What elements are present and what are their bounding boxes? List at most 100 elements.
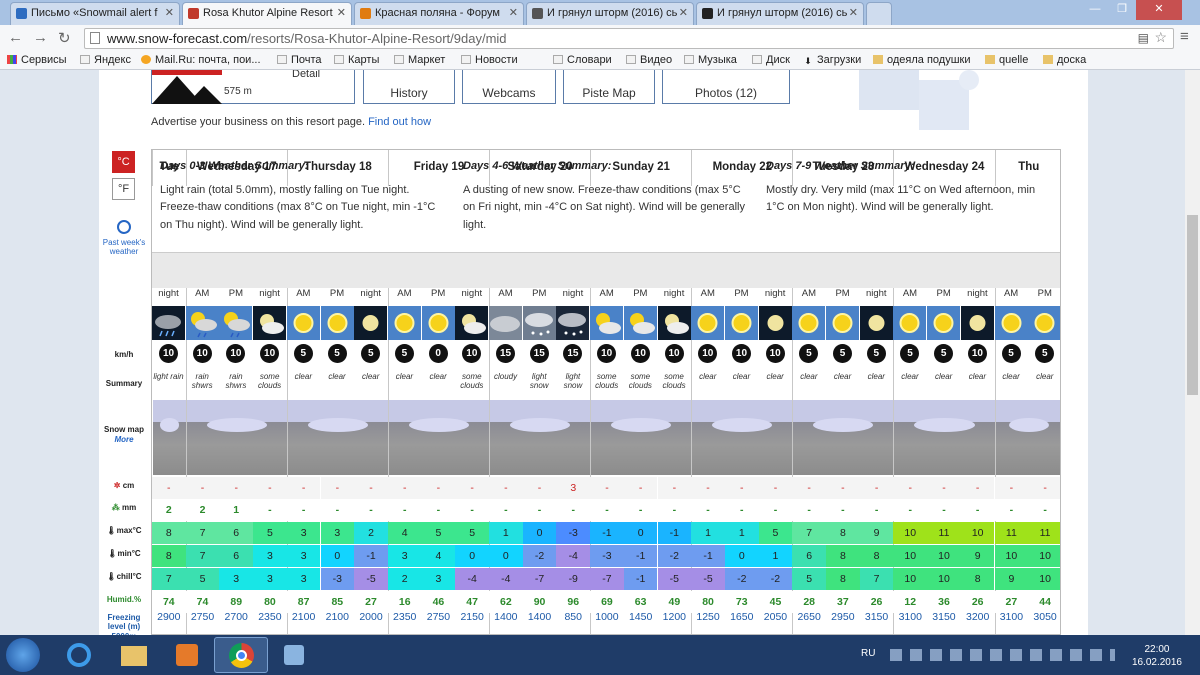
snow-map-image[interactable] (388, 400, 490, 475)
new-tab-button[interactable] (866, 2, 892, 25)
day-header[interactable]: Thursday 18 (286, 150, 388, 186)
close-icon[interactable]: ✕ (679, 6, 688, 19)
bookmark-item[interactable]: Видео (626, 54, 672, 66)
bookmark-item[interactable]: Диск (752, 54, 790, 66)
wind-speed-arrow-icon: 5 (900, 344, 920, 363)
ie-icon[interactable] (52, 637, 106, 673)
max-temp-cell: 6 (219, 522, 253, 544)
movie-favicon (702, 8, 713, 19)
day-header[interactable]: Thu (994, 150, 1060, 186)
scrollbar-thumb[interactable] (1187, 215, 1198, 395)
start-button-icon[interactable] (6, 638, 40, 672)
snow-map-image[interactable] (490, 400, 591, 475)
history-button[interactable]: History (363, 70, 455, 104)
bookmark-item[interactable]: ⬇ Загрузки (803, 54, 861, 66)
minimize-icon[interactable]: — (1082, 0, 1108, 20)
day-header[interactable]: Monday 22 (691, 150, 792, 186)
rain-mm-cell: - (590, 499, 624, 521)
back-icon[interactable]: ← (8, 29, 23, 46)
bookmark-item[interactable]: Почта (277, 54, 322, 66)
folder-icon (985, 55, 995, 64)
sun-icon (320, 306, 354, 340)
translate-icon[interactable]: ▤ (1138, 31, 1149, 45)
day-header[interactable]: Tue (152, 150, 186, 186)
snow-cm-cell: - (354, 477, 388, 499)
close-window-icon[interactable]: ✕ (1136, 0, 1182, 20)
snow-map-image[interactable] (995, 400, 1060, 475)
bookmark-item[interactable]: Яндекс (80, 54, 131, 66)
bookmark-folder[interactable]: одеяла подушки (873, 54, 971, 66)
day-header[interactable]: Sunday 21 (590, 150, 691, 186)
download-icon: ⬇ (804, 56, 812, 66)
chrome-icon[interactable] (214, 637, 268, 673)
snow-map-image[interactable] (186, 400, 287, 475)
snow-map-image[interactable] (692, 400, 793, 475)
weather-summary-text: clear (935, 372, 953, 381)
snow-night-icon (556, 306, 590, 340)
bookmark-label: Яндекс (94, 54, 131, 66)
snowmap-more-link[interactable]: More (99, 435, 149, 444)
speaker-app-icon[interactable] (268, 637, 322, 673)
language-indicator[interactable]: RU (861, 648, 875, 659)
page-scrollbar[interactable] (1185, 70, 1200, 635)
elevation-detail-box[interactable]: Detail 575 m (151, 70, 355, 104)
bookmark-item[interactable]: Маркет (394, 54, 445, 66)
fahrenheit-toggle[interactable]: °F (112, 178, 135, 200)
close-icon[interactable]: ✕ (337, 6, 346, 19)
clock-icon[interactable] (117, 220, 131, 234)
bookmark-folder[interactable]: quelle (985, 54, 1028, 66)
piste-map-button[interactable]: Piste Map (563, 70, 655, 104)
wind-speed-arrow-icon: 5 (293, 344, 313, 363)
star-icon[interactable]: ☆ (1154, 29, 1167, 46)
browser-tab[interactable]: И грянул шторм (2016) сь ✕ (526, 2, 694, 25)
browser-tab[interactable]: Красная поляна - Форум ✕ (354, 2, 524, 25)
browser-tab[interactable]: Письмо «Snowmail alert f ✕ (10, 2, 180, 25)
day-header[interactable]: Saturday 20 (489, 150, 590, 186)
celsius-toggle[interactable]: °C (112, 151, 135, 173)
maximize-icon[interactable]: ❐ (1109, 0, 1135, 20)
media-player-icon[interactable] (160, 637, 214, 673)
browser-tab[interactable]: И грянул шторм (2016) сь ✕ (696, 2, 864, 25)
snow-map-image[interactable] (793, 400, 894, 475)
menu-icon[interactable]: ≡ (1180, 28, 1189, 45)
bookmark-apps[interactable]: Сервисы (7, 54, 67, 66)
chill-temp-cell: -7 (590, 568, 624, 590)
snow-map-image[interactable] (894, 400, 995, 475)
close-icon[interactable]: ✕ (849, 6, 858, 19)
day-header[interactable]: Friday 19 (387, 150, 489, 186)
bookmark-item[interactable]: Словари (553, 54, 612, 66)
bookmark-item[interactable]: Музыка (684, 54, 737, 66)
snow-cm-cell: - (960, 477, 995, 499)
day-header[interactable]: Wednesday 17 (185, 150, 287, 186)
day-header[interactable]: Tuesday 23 (792, 150, 893, 186)
bookmark-item[interactable]: Карты (334, 54, 379, 66)
bookmark-item[interactable]: Mail.Ru: почта, пои... (141, 54, 261, 66)
rain-mm-cell: - (253, 499, 287, 521)
min-temp-cell: 0 (455, 545, 489, 567)
snow-map-image[interactable] (153, 400, 186, 475)
webcams-button[interactable]: Webcams (462, 70, 556, 104)
address-bar[interactable]: www.snow-forecast.com/resorts/Rosa-Khuto… (84, 28, 1174, 49)
web-page: Detail 575 m History Webcams Piste Map P… (0, 70, 1185, 635)
find-out-how-link[interactable]: Find out how (368, 116, 431, 128)
humidity-cell: 96 (556, 591, 591, 613)
system-clock[interactable]: 22:00 16.02.2016 (1132, 643, 1182, 669)
humidity-cell: 37 (826, 591, 860, 613)
snow-map-image[interactable] (287, 400, 388, 475)
bookmark-folder[interactable]: доска (1043, 54, 1086, 66)
tray-icons[interactable] (890, 649, 1115, 661)
reload-icon[interactable]: ↻ (58, 29, 71, 47)
wind-speed-arrow-icon: 10 (765, 344, 785, 363)
forward-icon[interactable]: → (33, 29, 48, 46)
min-temp-cell: 3 (286, 545, 321, 567)
browser-tab-active[interactable]: Rosa Khutor Alpine Resort ✕ (182, 2, 352, 25)
close-icon[interactable]: ✕ (509, 6, 518, 19)
past-weather-link[interactable]: Past week's weather (99, 238, 149, 256)
day-header[interactable]: Wednesday 24 (893, 150, 994, 186)
bookmark-item[interactable]: Новости (461, 54, 518, 66)
photos-button[interactable]: Photos (12) (662, 70, 790, 104)
freezing-level-cell: 1450 (628, 611, 653, 623)
snow-map-image[interactable] (591, 400, 692, 475)
close-icon[interactable]: ✕ (165, 6, 174, 19)
explorer-icon[interactable] (107, 637, 161, 673)
